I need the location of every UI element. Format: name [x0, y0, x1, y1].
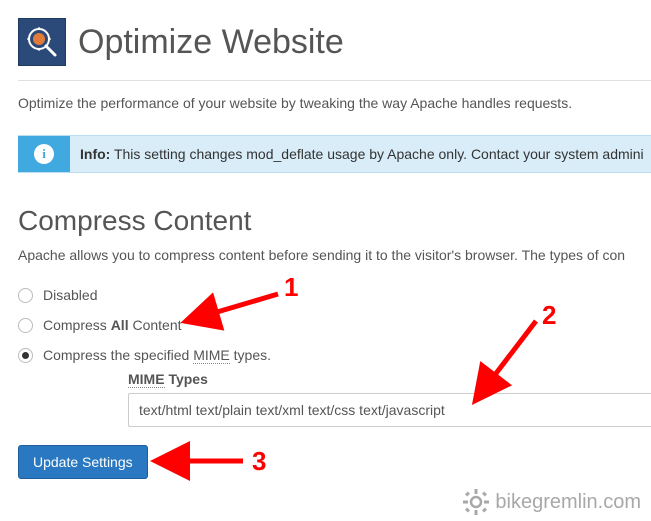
- section-desc: Apache allows you to compress content be…: [18, 247, 651, 263]
- update-settings-button[interactable]: Update Settings: [18, 445, 148, 479]
- optimize-icon: [18, 18, 66, 66]
- radio-label-mime: Compress the specified MIME types.: [43, 347, 271, 363]
- info-text: Info: This setting changes mod_deflate u…: [70, 136, 648, 172]
- mime-field-row: MIME Types: [128, 371, 651, 427]
- radio-compress-mime[interactable]: Compress the specified MIME types.: [18, 347, 651, 363]
- intro-text: Optimize the performance of your website…: [18, 95, 651, 111]
- info-box: i Info: This setting changes mod_deflate…: [18, 135, 651, 173]
- gear-icon: [463, 489, 489, 515]
- annotation-number-2: 2: [542, 300, 556, 331]
- annotation-number-1: 1: [284, 272, 298, 303]
- page-title: Optimize Website: [78, 23, 344, 62]
- radio-circle-selected: [18, 348, 33, 363]
- info-icon: i: [34, 144, 54, 164]
- annotation-number-3: 3: [252, 446, 266, 477]
- mime-field-label: MIME Types: [128, 371, 651, 387]
- divider: [18, 80, 651, 81]
- info-label: Info:: [80, 146, 110, 162]
- radio-label-all: Compress All Content: [43, 317, 182, 333]
- mime-types-input[interactable]: [128, 393, 651, 427]
- radio-circle: [18, 288, 33, 303]
- info-icon-wrap: i: [18, 136, 70, 172]
- radio-label-disabled: Disabled: [43, 287, 97, 303]
- watermark-text: bikegremlin.com: [495, 491, 641, 514]
- page-header: Optimize Website: [18, 18, 651, 66]
- radio-circle: [18, 318, 33, 333]
- section-title: Compress Content: [18, 205, 651, 237]
- info-body: This setting changes mod_deflate usage b…: [110, 146, 643, 162]
- watermark: bikegremlin.com: [463, 489, 641, 515]
